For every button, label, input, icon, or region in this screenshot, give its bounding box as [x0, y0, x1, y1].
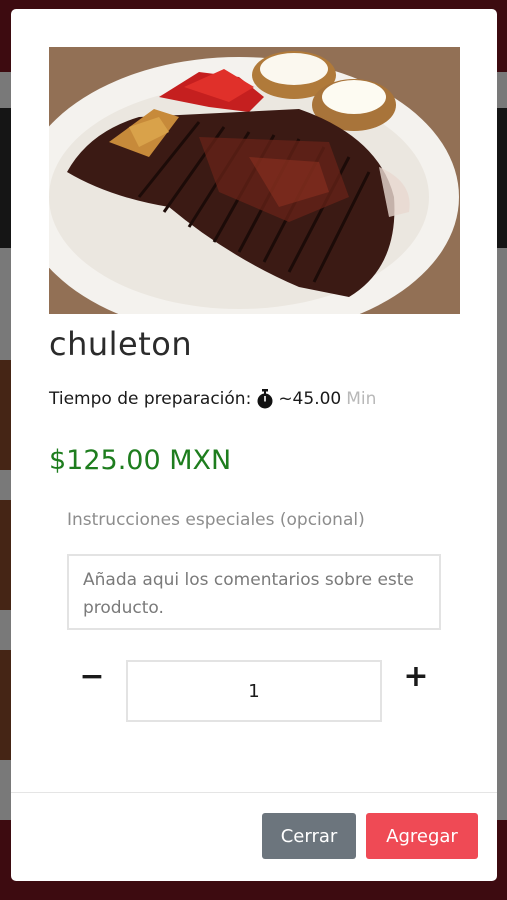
prep-time-unit: Min	[346, 389, 377, 409]
special-instructions-label: Instrucciones especiales (opcional)	[67, 510, 365, 530]
product-price: $125.00 MXN	[49, 445, 232, 476]
increase-quantity-button[interactable]: +	[401, 659, 431, 695]
stopwatch-icon	[256, 389, 274, 409]
modal-footer-divider	[11, 792, 497, 793]
close-button[interactable]: Cerrar	[262, 813, 356, 859]
special-instructions-field[interactable]	[67, 554, 441, 630]
decrease-quantity-button[interactable]: −	[77, 659, 107, 695]
prep-time: Tiempo de preparación: ~45.00 Min	[49, 389, 376, 409]
product-image	[49, 47, 460, 314]
product-modal: chuleton Tiempo de preparación: ~45.00 M…	[11, 9, 497, 881]
product-title: chuleton	[49, 325, 193, 363]
prep-time-label: Tiempo de preparación:	[49, 389, 252, 409]
add-to-cart-button[interactable]: Agregar	[366, 813, 478, 859]
steak-photo	[49, 47, 460, 314]
quantity-input[interactable]	[126, 660, 382, 722]
prep-time-value: ~45.00	[278, 389, 342, 409]
